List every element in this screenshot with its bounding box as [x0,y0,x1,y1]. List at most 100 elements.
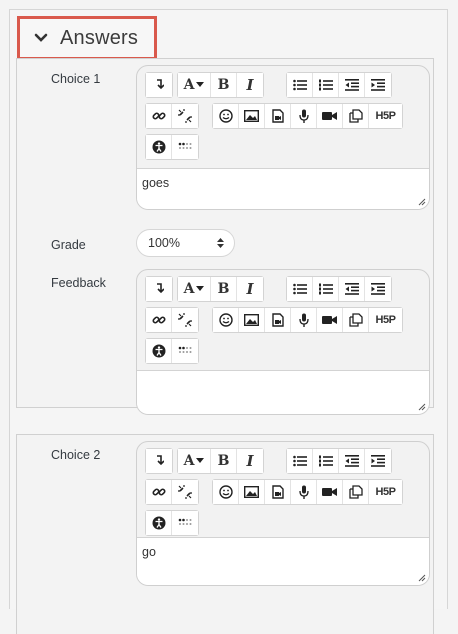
bold-button[interactable]: B [211,277,237,301]
h5p-label: H5P [375,110,396,122]
media-file-icon [271,313,284,327]
chevron-down-icon [34,33,48,42]
outdent-button[interactable] [339,449,365,473]
unordered-list-button[interactable] [287,449,313,473]
image-icon [244,314,259,326]
font-size-button[interactable]: A [178,73,211,97]
record-video-button[interactable] [317,308,343,332]
insert-h5p-button[interactable]: H5P [369,308,402,332]
toolbar-group-4 [145,307,199,333]
italic-label: I [246,76,254,94]
show-more-buttons-button[interactable] [146,449,172,473]
indent-icon [371,283,385,295]
accessibility-checker-button[interactable] [146,511,172,535]
emoticon-button[interactable] [213,104,239,128]
toolbar-group-6 [145,510,199,536]
record-audio-button[interactable] [291,308,317,332]
unordered-list-button[interactable] [287,277,313,301]
show-more-icon [157,79,164,90]
unlink-button[interactable] [172,480,198,504]
screenreader-helper-button[interactable] [172,339,198,363]
italic-button[interactable]: I [237,73,263,97]
image-icon [244,110,259,122]
screenreader-helper-button[interactable] [172,135,198,159]
link-icon [151,316,166,324]
indent-button[interactable] [365,449,391,473]
insert-image-button[interactable] [239,480,265,504]
unordered-list-icon [292,79,307,91]
manage-files-button[interactable] [343,104,369,128]
record-audio-button[interactable] [291,104,317,128]
record-video-button[interactable] [317,104,343,128]
toolbar-group-1 [145,72,173,98]
bold-button[interactable]: B [211,73,237,97]
answers-section-header[interactable]: Answers [17,16,157,60]
ordered-list-icon [318,283,333,295]
link-button[interactable] [146,480,172,504]
insert-media-button[interactable] [265,104,291,128]
insert-h5p-button[interactable]: H5P [369,480,402,504]
choice-2-answer-text: go [142,545,156,559]
resize-handle-icon[interactable] [418,198,426,206]
smiley-icon [218,313,233,327]
toolbar-group-2: A B I [177,448,264,474]
unordered-list-icon [292,455,307,467]
feedback-textarea[interactable] [137,370,429,414]
choice-1-answer-textarea[interactable]: goes [137,168,429,209]
insert-image-button[interactable] [239,308,265,332]
emoticon-button[interactable] [213,308,239,332]
resize-handle-icon[interactable] [418,403,426,411]
resize-handle-icon[interactable] [418,574,426,582]
screenreader-helper-button[interactable] [172,511,198,535]
unlink-button[interactable] [172,104,198,128]
indent-button[interactable] [365,277,391,301]
bold-button[interactable]: B [211,449,237,473]
toolbar-group-1 [145,276,173,302]
show-more-buttons-button[interactable] [146,73,172,97]
link-button[interactable] [146,308,172,332]
grade-select[interactable]: 100% [136,229,235,257]
record-video-button[interactable] [317,480,343,504]
video-camera-icon [322,488,337,496]
font-size-label: A [183,281,195,297]
toolbar-group-5: H5P [212,307,403,333]
emoticon-button[interactable] [213,480,239,504]
record-audio-button[interactable] [291,480,317,504]
accessibility-checker-button[interactable] [146,339,172,363]
unlink-icon [178,485,192,499]
accessibility-icon [152,516,165,530]
indent-icon [371,79,385,91]
accessibility-checker-button[interactable] [146,135,172,159]
insert-media-button[interactable] [265,308,291,332]
manage-files-button[interactable] [343,480,369,504]
outdent-button[interactable] [339,73,365,97]
ordered-list-button[interactable] [313,277,339,301]
accessibility-icon [152,140,165,154]
insert-image-button[interactable] [239,104,265,128]
unordered-list-button[interactable] [287,73,313,97]
show-more-icon [157,455,164,466]
italic-button[interactable]: I [237,449,263,473]
link-button[interactable] [146,104,172,128]
italic-button[interactable]: I [237,277,263,301]
unlink-button[interactable] [172,308,198,332]
smiley-icon [218,109,233,123]
outdent-button[interactable] [339,277,365,301]
show-more-icon [157,283,164,294]
insert-media-button[interactable] [265,480,291,504]
indent-button[interactable] [365,73,391,97]
files-icon [348,485,363,499]
select-arrows-icon [217,238,224,248]
ordered-list-button[interactable] [313,73,339,97]
font-size-button[interactable]: A [178,449,211,473]
microphone-icon [298,485,309,499]
font-size-button[interactable]: A [178,277,211,301]
ordered-list-button[interactable] [313,449,339,473]
choice-2-answer-textarea[interactable]: go [137,537,429,585]
image-icon [244,486,259,498]
insert-h5p-button[interactable]: H5P [369,104,402,128]
manage-files-button[interactable] [343,308,369,332]
choice-1-label: Choice 1 [51,72,101,86]
show-more-buttons-button[interactable] [146,277,172,301]
toolbar-group-6 [145,134,199,160]
